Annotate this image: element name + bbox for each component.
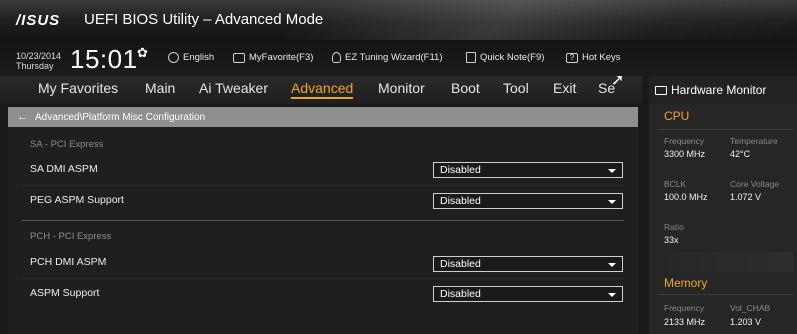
cpu-temperature-value: 42°C — [730, 149, 751, 159]
note-icon — [466, 52, 476, 63]
ez-tuning-label: EZ Tuning Wizard(F11) — [345, 52, 443, 63]
app-title: UEFI BIOS Utility – Advanced Mode — [84, 11, 324, 28]
title-decoration — [275, 0, 797, 40]
tab-boot[interactable]: Boot — [451, 80, 480, 96]
time-display: 15:01 — [70, 44, 138, 74]
info-bar: 10/23/2014 Thursday 15:01 ✿ English MyFa… — [0, 40, 797, 76]
main-nav: My Favorites Main Ai Tweaker Advanced Mo… — [0, 72, 642, 104]
setting-sa-dmi-aspm-label: SA DMI ASPM — [30, 163, 98, 175]
row-divider — [22, 185, 624, 186]
myfavorite-label: MyFavorite(F3) — [249, 52, 314, 63]
ratio-value: 33x — [664, 235, 679, 245]
breadcrumb-text: Advanced\Platform Misc Configuration — [35, 111, 206, 123]
tab-main[interactable]: Main — [145, 80, 175, 96]
quick-note-label: Quick Note(F9) — [480, 52, 545, 63]
day-text: Thursday — [16, 61, 54, 71]
core-voltage-value: 1.072 V — [730, 192, 762, 202]
settings-panel: SA - PCI Express SA DMI ASPM Disabled PE… — [8, 127, 638, 334]
gear-icon[interactable]: ✿ — [137, 45, 148, 61]
monitor-icon — [655, 85, 667, 95]
hardware-monitor-title: Hardware Monitor — [671, 83, 767, 97]
breadcrumb[interactable]: ← Advanced\Platform Misc Configuration — [8, 107, 638, 127]
cpu-frequency-value: 3300 MHz — [664, 149, 706, 159]
hardware-monitor-header: Hardware Monitor — [649, 76, 797, 104]
asus-logo: /ISUS — [16, 12, 61, 29]
setting-peg-aspm-support-label: PEG ASPM Support — [30, 194, 124, 206]
hw-divider — [657, 129, 793, 130]
hot-keys-label: Hot Keys — [582, 52, 621, 63]
setting-aspm-support-label: ASPM Support — [30, 287, 100, 299]
chevron-down-icon — [608, 263, 616, 267]
ez-tuning-wizard-button[interactable]: EZ Tuning Wizard(F11) — [332, 52, 443, 63]
hotkeys-icon: ? — [566, 52, 578, 63]
sa-dmi-aspm-value: Disabled — [440, 164, 481, 176]
tab-exit[interactable]: Exit — [553, 80, 576, 96]
mouse-cursor-icon: ➚ — [611, 72, 625, 89]
tab-monitor[interactable]: Monitor — [378, 80, 425, 96]
title-bar: /ISUS UEFI BIOS Utility – Advanced Mode — [0, 0, 797, 40]
vol-chab-label: Vol_CHAB — [730, 303, 771, 313]
cpu-temperature-label: Temperature — [730, 136, 778, 146]
hardware-monitor-panel: Hardware Monitor CPU Frequency Temperatu… — [649, 76, 797, 334]
back-arrow-icon[interactable]: ← — [17, 111, 28, 123]
row-divider — [22, 278, 624, 279]
memory-section-title: Memory — [664, 276, 708, 290]
bulb-icon — [332, 52, 341, 63]
peg-aspm-support-select[interactable]: Disabled — [433, 193, 623, 209]
date-display: 10/23/2014 Thursday — [16, 51, 61, 71]
tab-my-favorites[interactable]: My Favorites — [38, 80, 118, 96]
pch-dmi-aspm-select[interactable]: Disabled — [433, 256, 623, 272]
core-voltage-label: Core Voltage — [730, 179, 780, 189]
memory-frequency-value: 2133 MHz — [664, 317, 706, 327]
tab-tool[interactable]: Tool — [503, 80, 529, 96]
chevron-down-icon — [608, 169, 616, 173]
section-sa-pci-express: SA - PCI Express — [30, 139, 104, 150]
tab-ai-tweaker[interactable]: Ai Tweaker — [199, 80, 268, 96]
favorite-icon — [233, 52, 245, 63]
section-divider — [22, 220, 624, 221]
chevron-down-icon — [608, 293, 616, 297]
bclk-value: 100.0 MHz — [664, 192, 708, 202]
bclk-label: BCLK — [664, 179, 687, 189]
cpu-section-title: CPU — [664, 109, 690, 123]
language-button[interactable]: English — [168, 52, 214, 63]
language-label: English — [183, 52, 215, 63]
section-pch-pci-express: PCH - PCI Express — [30, 231, 112, 242]
aspm-support-select[interactable]: Disabled — [433, 286, 623, 302]
memory-frequency-label: Frequency — [664, 303, 705, 313]
cpu-frequency-label: Frequency — [664, 136, 705, 146]
aspm-support-value: Disabled — [440, 288, 481, 300]
vol-chab-value: 1.203 V — [730, 317, 762, 327]
date-text: 10/23/2014 — [16, 51, 62, 61]
pch-dmi-aspm-value: Disabled — [440, 258, 481, 270]
ratio-label: Ratio — [664, 222, 684, 232]
myfavorite-button[interactable]: MyFavorite(F3) — [233, 52, 313, 63]
tab-advanced[interactable]: Advanced — [291, 80, 354, 99]
hw-spacer — [657, 252, 793, 272]
quick-note-button[interactable]: Quick Note(F9) — [466, 52, 544, 63]
hw-divider — [657, 294, 793, 295]
globe-icon — [168, 52, 179, 63]
peg-aspm-support-value: Disabled — [440, 195, 481, 207]
chevron-down-icon — [608, 200, 616, 204]
sa-dmi-aspm-select[interactable]: Disabled — [433, 162, 623, 178]
hot-keys-button[interactable]: ? Hot Keys — [566, 52, 621, 63]
setting-pch-dmi-aspm-label: PCH DMI ASPM — [30, 256, 107, 268]
